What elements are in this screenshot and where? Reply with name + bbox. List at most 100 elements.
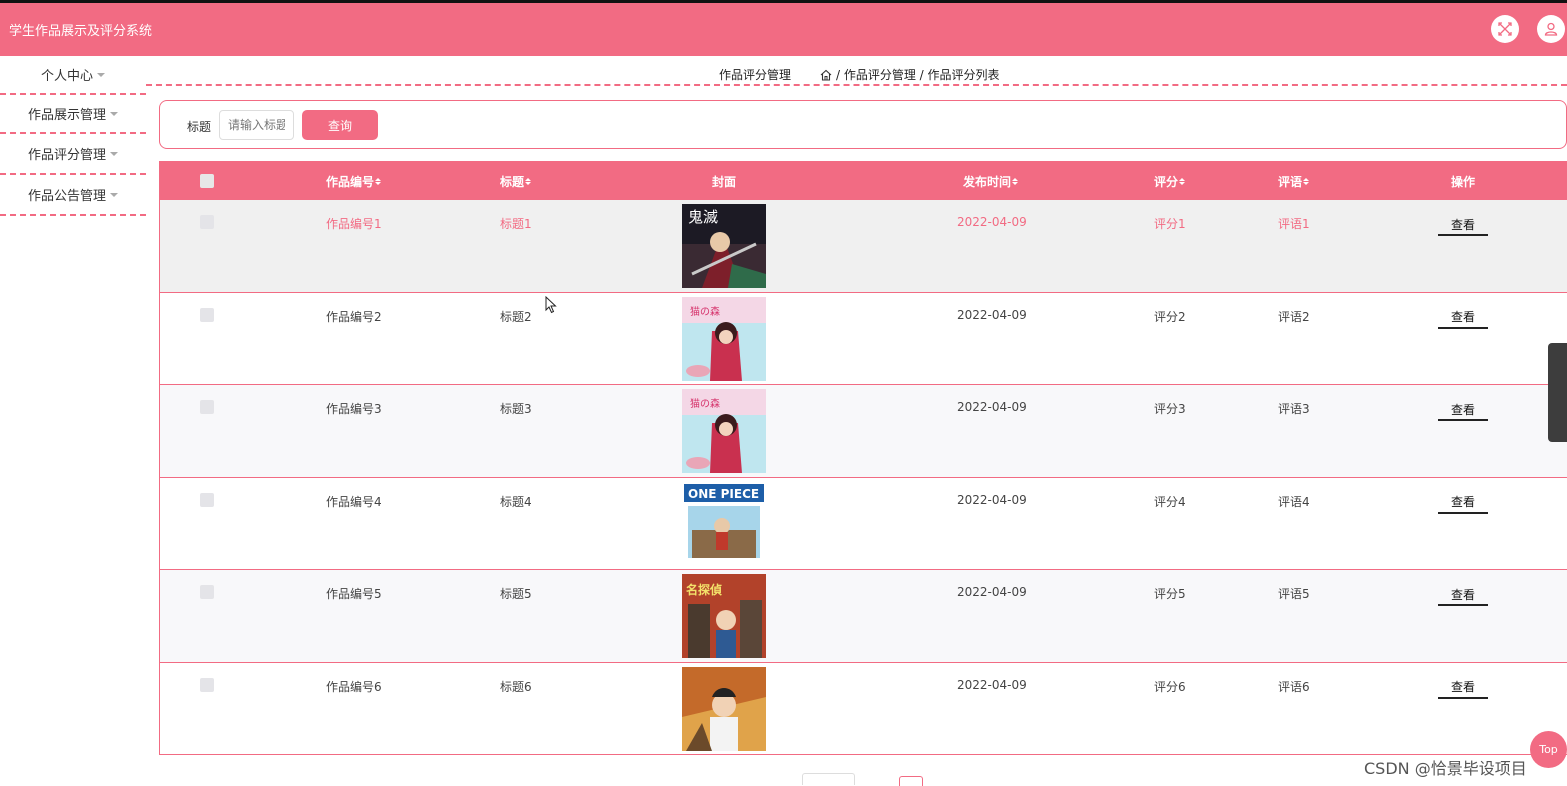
cell-comment: 评语1 <box>1278 217 1310 231</box>
page-title: 作品评分管理 <box>719 68 792 82</box>
cell-comment: 评语4 <box>1278 494 1310 509</box>
search-button[interactable]: 查询 <box>302 110 378 140</box>
cell-code: 作品编号6 <box>326 679 382 694</box>
side-scroll-handle[interactable] <box>1548 343 1567 442</box>
caret-down-icon <box>110 192 118 197</box>
sidebar-item-label: 作品评分管理 <box>27 148 106 163</box>
cell-date: 2022-04-09 <box>957 307 1027 322</box>
cell-date: 2022-04-09 <box>957 215 1027 229</box>
view-button[interactable]: 查看 <box>1438 492 1488 514</box>
view-button[interactable]: 查看 <box>1438 307 1488 329</box>
sidebar-item-works-display[interactable]: 作品展示管理 <box>0 93 146 134</box>
svg-text:鬼滅: 鬼滅 <box>688 208 718 226</box>
select-all-checkbox[interactable] <box>200 174 214 188</box>
sort-icon <box>375 178 382 185</box>
user-button[interactable] <box>1537 15 1565 43</box>
cell-comment: 评语3 <box>1278 402 1310 416</box>
view-button[interactable]: 查看 <box>1438 214 1488 236</box>
mouse-cursor-icon <box>545 296 557 314</box>
column-header-code[interactable]: 作品编号 <box>326 173 382 190</box>
sort-icon <box>1303 178 1310 185</box>
caret-down-icon <box>97 72 105 77</box>
cell-title: 标题4 <box>500 494 532 509</box>
column-header-comment[interactable]: 评语 <box>1278 173 1310 190</box>
divider <box>146 84 1567 86</box>
cell-score: 评分4 <box>1154 494 1186 509</box>
row-checkbox[interactable] <box>200 492 214 507</box>
row-checkbox[interactable] <box>200 585 214 599</box>
sort-icon <box>1012 178 1019 185</box>
table-row[interactable]: 作品编号5 标题5 名探偵 2022-04-09 评分5 评语5 查看 <box>160 570 1567 663</box>
column-header-action: 操作 <box>1451 175 1476 189</box>
cell-code: 作品编号3 <box>326 402 382 416</box>
cell-score: 评分2 <box>1154 309 1186 324</box>
cover-image[interactable]: 名探偵 <box>682 574 766 658</box>
cell-title: 标题3 <box>500 402 532 416</box>
cell-score: 评分1 <box>1154 217 1186 231</box>
sidebar-item-works-notice[interactable]: 作品公告管理 <box>0 175 146 216</box>
caret-down-icon <box>110 151 118 156</box>
search-panel: 标题 查询 <box>159 100 1567 149</box>
table-row[interactable]: 作品编号4 标题4 ONE PIECE 2022-04-09 评分4 评语4 查… <box>160 478 1567 570</box>
table-row[interactable]: 作品编号2 标题2 猫の森 2022-04-09 评分2 评语2 查看 <box>160 293 1567 385</box>
sidebar-item-works-rating[interactable]: 作品评分管理 <box>0 134 146 175</box>
breadcrumb: / 作品评分管理 / 作品评分列表 <box>820 66 1000 83</box>
cell-code: 作品编号2 <box>326 309 382 324</box>
table-row[interactable]: 作品编号6 标题6 2022-04-09 评分6 评语6 查看 <box>160 663 1567 755</box>
cell-date: 2022-04-09 <box>957 400 1027 414</box>
pagination-prev[interactable] <box>802 773 855 785</box>
sidebar-item-personal-center[interactable]: 个人中心 <box>0 56 146 93</box>
cover-image[interactable]: 鬼滅 <box>682 204 766 288</box>
cover-image[interactable] <box>682 666 766 751</box>
cell-code: 作品编号1 <box>326 217 382 231</box>
column-header-score[interactable]: 评分 <box>1154 173 1186 190</box>
view-button[interactable]: 查看 <box>1438 584 1488 606</box>
home-icon[interactable] <box>820 69 832 81</box>
row-checkbox[interactable] <box>200 400 214 414</box>
cell-date: 2022-04-09 <box>957 492 1027 507</box>
pagination-current[interactable] <box>899 776 923 786</box>
column-header-date[interactable]: 发布时间 <box>963 173 1019 190</box>
row-checkbox[interactable] <box>200 307 214 322</box>
cell-comment: 评语2 <box>1278 309 1310 324</box>
cell-comment: 评语6 <box>1278 679 1310 694</box>
cell-score: 评分3 <box>1154 402 1186 416</box>
svg-text:猫の森: 猫の森 <box>690 397 720 410</box>
cell-score: 评分6 <box>1154 679 1186 694</box>
cover-image[interactable]: ONE PIECE <box>682 481 766 566</box>
fullscreen-button[interactable] <box>1491 15 1519 43</box>
view-button[interactable]: 查看 <box>1438 399 1488 421</box>
cell-code: 作品编号4 <box>326 494 382 509</box>
column-header-title[interactable]: 标题 <box>500 173 532 190</box>
cell-date: 2022-04-09 <box>957 677 1027 692</box>
cover-image[interactable]: 猫の森 <box>682 296 766 381</box>
sort-icon <box>1179 178 1186 185</box>
sidebar-item-label: 作品展示管理 <box>27 108 106 123</box>
fullscreen-icon <box>1498 22 1512 36</box>
sidebar: 个人中心 作品展示管理 作品评分管理 作品公告管理 <box>0 56 146 783</box>
data-table: 作品编号 标题 封面 发布时间 评分 评语 操作 作品编号1 标题1 鬼滅 20… <box>159 161 1567 755</box>
user-icon <box>1544 22 1558 36</box>
cell-title: 标题6 <box>500 679 532 694</box>
row-checkbox[interactable] <box>200 215 214 229</box>
column-header-cover: 封面 <box>712 175 737 189</box>
search-input[interactable] <box>219 110 294 140</box>
search-label: 标题 <box>187 120 212 134</box>
cell-title: 标题2 <box>500 309 532 324</box>
row-checkbox[interactable] <box>200 677 214 692</box>
table-header: 作品编号 标题 封面 发布时间 评分 评语 操作 <box>160 161 1567 200</box>
sidebar-item-label: 个人中心 <box>40 69 93 84</box>
cell-title: 标题1 <box>500 217 532 231</box>
top-bar: 学生作品展示及评分系统 <box>0 0 1567 56</box>
cell-score: 评分5 <box>1154 587 1186 601</box>
table-row[interactable]: 作品编号1 标题1 鬼滅 2022-04-09 评分1 评语1 查看 <box>160 200 1567 293</box>
cover-image[interactable]: 猫の森 <box>682 389 766 473</box>
table-row[interactable]: 作品编号3 标题3 猫の森 2022-04-09 评分3 评语3 查看 <box>160 385 1567 478</box>
cell-code: 作品编号5 <box>326 587 382 601</box>
cell-date: 2022-04-09 <box>957 585 1027 599</box>
svg-text:ONE PIECE: ONE PIECE <box>688 487 759 501</box>
sidebar-item-label: 作品公告管理 <box>27 189 106 204</box>
back-to-top-button[interactable]: Top <box>1530 731 1567 768</box>
view-button[interactable]: 查看 <box>1438 677 1488 699</box>
svg-text:猫の森: 猫の森 <box>690 305 720 318</box>
